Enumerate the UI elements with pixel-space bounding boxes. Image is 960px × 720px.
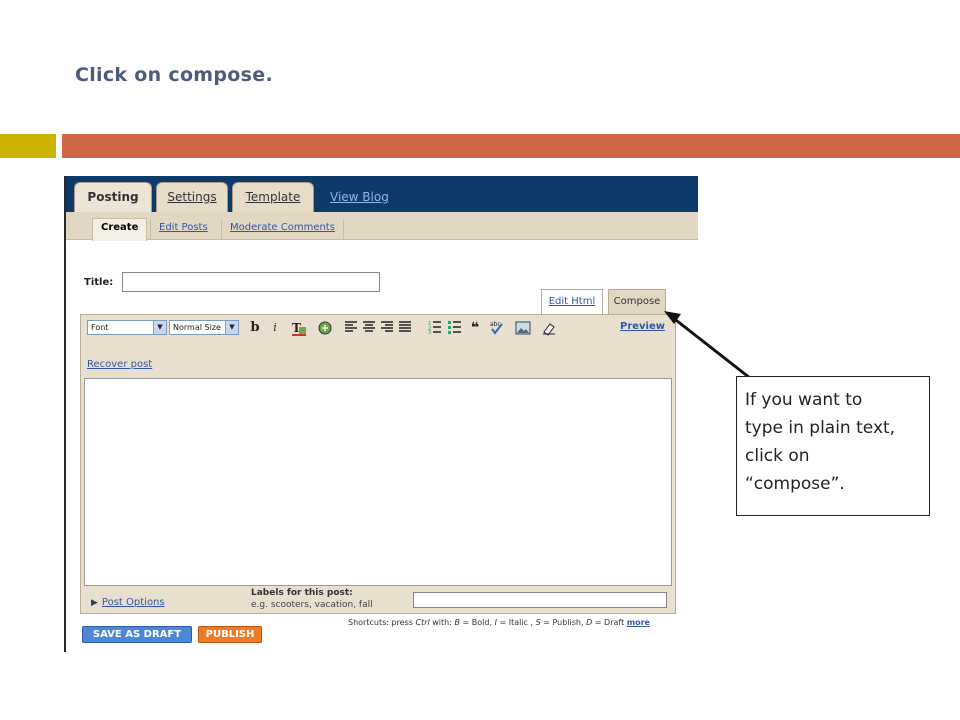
editor-toolbar: Font ▼ Normal Size ▼ b i T 123 ❝ abc Previ… <box>81 315 675 341</box>
accent-bar-rust <box>62 134 960 158</box>
recover-post-link[interactable]: Recover post <box>87 359 152 370</box>
publish-button[interactable]: PUBLISH <box>198 626 262 643</box>
svg-text:3: 3 <box>428 330 431 334</box>
chevron-down-icon: ▼ <box>153 321 166 334</box>
chevron-down-icon: ▼ <box>225 321 238 334</box>
font-select[interactable]: Font ▼ <box>87 320 167 335</box>
bold-icon[interactable]: b <box>247 320 263 336</box>
labels-input[interactable] <box>413 592 667 608</box>
preview-link[interactable]: Preview <box>620 321 665 332</box>
tab-template[interactable]: Template <box>232 182 314 212</box>
post-title-label: Title: <box>84 277 114 288</box>
align-right-icon[interactable] <box>379 320 395 336</box>
labels-hint: e.g. scooters, vacation, fall <box>251 600 373 610</box>
save-as-draft-button[interactable]: SAVE AS DRAFT <box>82 626 192 643</box>
sub-navigation: Create Edit Posts Moderate Comments <box>66 212 698 241</box>
shortcuts-hint: Shortcuts: press Ctrl with: B = Bold, I … <box>348 618 650 627</box>
slide-title: Click on compose. <box>75 64 273 86</box>
post-options-row: ▶ Post Options Labels for this post: e.g.… <box>81 587 675 613</box>
text-color-icon[interactable]: T <box>291 320 307 336</box>
callout-line: type in plain text, <box>745 418 896 438</box>
align-left-icon[interactable] <box>343 320 359 336</box>
shortcuts-more-link[interactable]: more <box>627 618 650 627</box>
blockquote-icon[interactable]: ❝ <box>467 320 483 336</box>
font-size-select[interactable]: Normal Size ▼ <box>169 320 239 335</box>
post-editor: Font ▼ Normal Size ▼ b i T 123 ❝ abc Previ… <box>80 314 676 614</box>
image-icon[interactable] <box>515 320 531 336</box>
italic-icon[interactable]: i <box>267 320 283 336</box>
callout-line: If you want to <box>745 390 863 410</box>
subtab-edit-posts[interactable]: Edit Posts <box>150 219 216 240</box>
instruction-callout: If you want to type in plain text, click… <box>736 376 930 516</box>
link-icon[interactable] <box>317 320 333 336</box>
callout-line: click on <box>745 446 810 466</box>
align-center-icon[interactable] <box>361 320 377 336</box>
spellcheck-icon[interactable]: abc <box>489 320 505 336</box>
tab-posting[interactable]: Posting <box>74 182 152 213</box>
triangle-right-icon: ▶ <box>91 598 98 608</box>
blogger-screenshot: Posting Settings Template View Blog Crea… <box>64 176 698 652</box>
post-title-input[interactable] <box>122 272 380 292</box>
numbered-list-icon[interactable]: 123 <box>427 320 443 336</box>
subtab-create[interactable]: Create <box>92 218 148 241</box>
justify-icon[interactable] <box>397 320 413 336</box>
clear-format-icon[interactable] <box>541 320 557 336</box>
top-navigation: Posting Settings Template View Blog <box>66 176 698 213</box>
subtab-moderate-comments[interactable]: Moderate Comments <box>221 219 344 240</box>
tab-settings[interactable]: Settings <box>156 182 228 212</box>
view-blog-link[interactable]: View Blog <box>330 190 389 204</box>
callout-line: “compose”. <box>745 474 845 494</box>
accent-bar-gold <box>0 134 56 158</box>
post-options-link[interactable]: ▶ Post Options <box>91 597 165 608</box>
labels-title: Labels for this post: <box>251 588 353 598</box>
compose-tab[interactable]: Compose <box>608 289 666 314</box>
post-body-textarea[interactable] <box>84 378 672 586</box>
edit-html-tab[interactable]: Edit Html <box>541 289 603 314</box>
bullet-list-icon[interactable] <box>447 320 463 336</box>
